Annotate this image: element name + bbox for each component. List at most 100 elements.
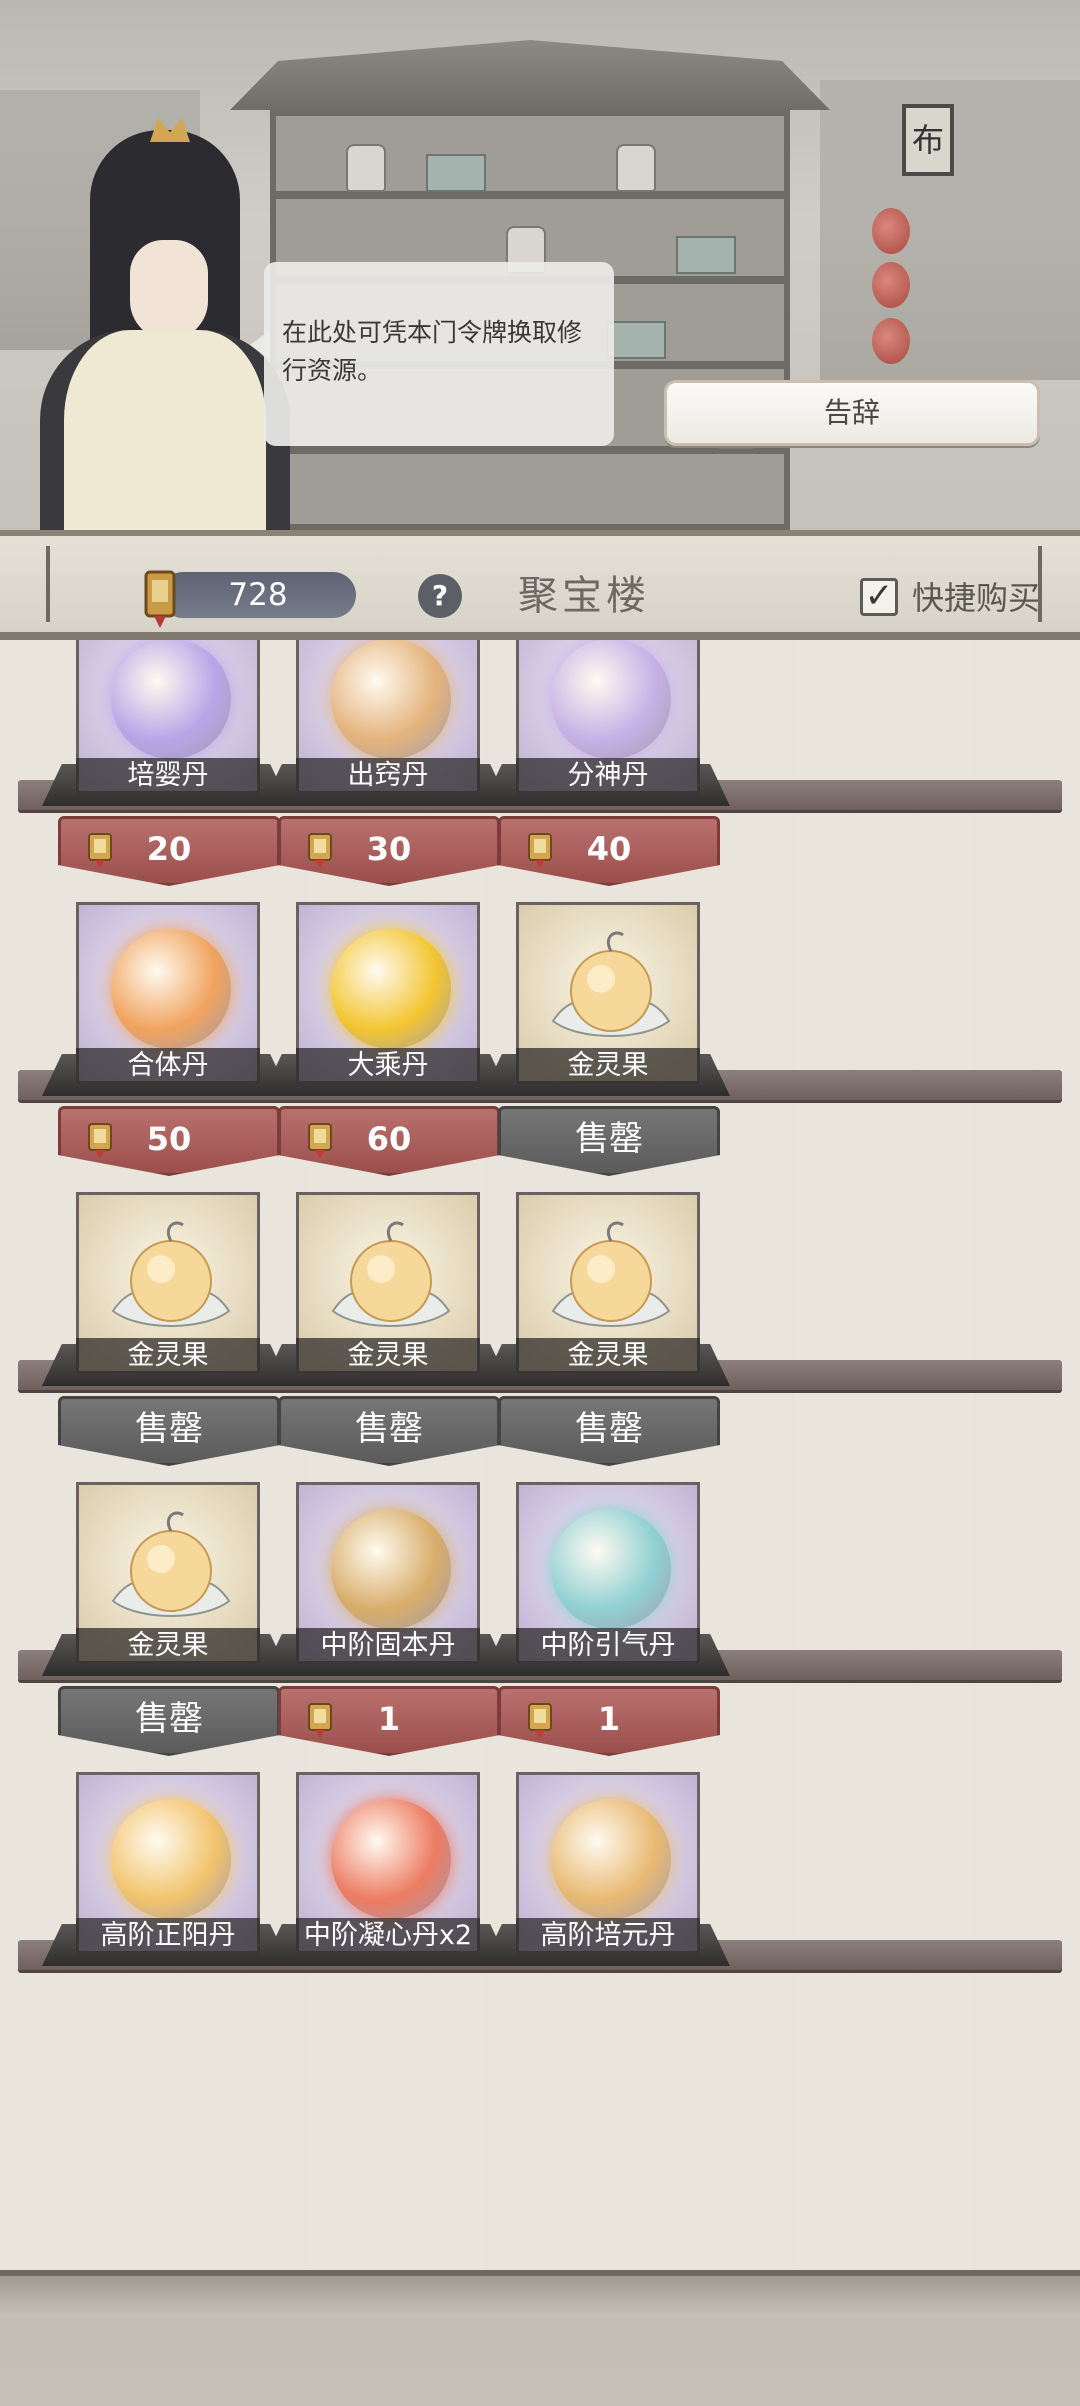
pill-orb-icon — [331, 640, 451, 759]
shop-item[interactable]: 培婴丹 20 — [42, 640, 290, 886]
shop-item[interactable]: 中阶固本丹 1 — [262, 1482, 510, 1756]
shelf-board — [276, 446, 784, 454]
soldout-label: 售罄 — [58, 1396, 280, 1466]
item-name: 金灵果 — [296, 1338, 480, 1374]
item-name: 高阶正阳丹 — [76, 1918, 260, 1954]
sect-token-icon — [305, 1699, 335, 1739]
shelf-box — [426, 154, 486, 192]
item-name: 金灵果 — [76, 1338, 260, 1374]
character-robe — [40, 330, 290, 540]
golden-spirit-fruit-icon — [111, 1511, 231, 1617]
shop-item[interactable]: 金灵果 售罄 — [262, 1192, 510, 1466]
golden-spirit-fruit-icon — [111, 1221, 231, 1327]
sect-token-icon — [525, 1699, 555, 1739]
price-value: 20 — [146, 830, 192, 868]
price-value: 50 — [146, 1120, 192, 1158]
shelf-board — [276, 191, 784, 199]
item-name: 中阶引气丹 — [516, 1628, 700, 1664]
sect-token-icon — [525, 829, 555, 869]
help-button[interactable]: ? — [418, 574, 462, 618]
item-name: 金灵果 — [76, 1628, 260, 1664]
buy-price-button[interactable]: 50 — [58, 1106, 280, 1176]
pill-orb-icon — [111, 929, 231, 1049]
speech-text: 在此处可凭本门令牌换取修行资源。 — [282, 318, 583, 385]
sect-token-icon — [305, 829, 335, 869]
shop-item[interactable]: 金灵果 售罄 — [482, 902, 730, 1176]
shop-item[interactable]: 高阶培元丹 — [482, 1772, 730, 2002]
pill-orb-icon — [331, 1509, 451, 1629]
sect-token-icon — [85, 1119, 115, 1159]
sect-token-icon — [305, 1119, 335, 1159]
price-value: 30 — [366, 830, 412, 868]
buy-price-button[interactable]: 1 — [278, 1686, 500, 1756]
shop-title: 聚宝楼 — [518, 573, 650, 619]
shopkeeper-speech-bubble: 在此处可凭本门令牌换取修行资源。 — [264, 262, 614, 446]
shop-item[interactable]: 高阶正阳丹 — [42, 1772, 290, 2002]
golden-spirit-fruit-icon — [551, 1221, 671, 1327]
buy-price-button[interactable]: 30 — [278, 816, 500, 886]
quickbuy-label: 快捷购买 — [912, 579, 1041, 617]
buy-price-button[interactable]: 20 — [58, 816, 280, 886]
soldout-label: 售罄 — [58, 1686, 280, 1756]
lantern — [872, 318, 910, 364]
item-name: 高阶培元丹 — [516, 1918, 700, 1954]
soldout-label: 售罄 — [498, 1106, 720, 1176]
buy-price-button[interactable]: 40 — [498, 816, 720, 886]
shop-item[interactable]: 金灵果 售罄 — [42, 1482, 290, 1756]
shop-item[interactable]: 出窍丹 30 — [262, 640, 510, 886]
sect-token-icon — [85, 829, 115, 869]
soldout-label: 售罄 — [498, 1396, 720, 1466]
buy-price-button[interactable]: 1 — [498, 1686, 720, 1756]
lantern — [872, 208, 910, 254]
pill-orb-icon — [551, 640, 671, 759]
header-frame: 728 ? 聚宝楼 ✓ 快捷购买 — [46, 546, 1042, 628]
price-value: 60 — [366, 1120, 412, 1158]
shopkeeper-character — [30, 118, 290, 540]
shelf-jar — [616, 144, 656, 192]
shelf-box — [606, 321, 666, 359]
shop-item-grid: 培婴丹 20 出窍丹 30 分神丹 40 合体丹 50 大乘丹 60 金灵果 售罄 金灵果 售罄 金灵果 售罄… — [0, 640, 1080, 2270]
sect-token-count: 728 — [160, 572, 356, 618]
shop-item[interactable]: 分神丹 40 — [482, 640, 730, 886]
item-name: 大乘丹 — [296, 1048, 480, 1084]
pill-orb-icon — [551, 1799, 671, 1919]
bottom-frame — [0, 2270, 1080, 2406]
soldout-label: 售罄 — [278, 1396, 500, 1466]
shop-item[interactable]: 中阶凝心丹x2 — [262, 1772, 510, 2002]
pill-orb-icon — [331, 929, 451, 1049]
shop-item[interactable]: 大乘丹 60 — [262, 902, 510, 1176]
pill-orb-icon — [111, 640, 231, 759]
pill-orb-icon — [331, 1799, 451, 1919]
shop-item[interactable]: 金灵果 售罄 — [42, 1192, 290, 1466]
shop-scene-background: 布 在此处可凭本门令牌换取修行资源。 告辞 — [0, 0, 1080, 540]
shelf-jar — [346, 144, 386, 192]
sect-token-icon — [144, 570, 176, 628]
shop-header-bar: 728 ? 聚宝楼 ✓ 快捷购买 — [0, 530, 1080, 640]
shop-sign: 布 — [902, 104, 954, 176]
shop-item[interactable]: 合体丹 50 — [42, 902, 290, 1176]
lantern — [872, 262, 910, 308]
shop-item[interactable]: 中阶引气丹 1 — [482, 1482, 730, 1756]
item-name: 出窍丹 — [296, 758, 480, 794]
pill-orb-icon — [551, 1509, 671, 1629]
quickbuy-checkbox[interactable]: ✓ — [860, 578, 898, 616]
buy-price-button[interactable]: 60 — [278, 1106, 500, 1176]
shelf-box — [676, 236, 736, 274]
price-value: 1 — [377, 1700, 401, 1738]
price-value: 1 — [597, 1700, 621, 1738]
item-name: 培婴丹 — [76, 758, 260, 794]
price-value: 40 — [586, 830, 632, 868]
item-name: 合体丹 — [76, 1048, 260, 1084]
item-name: 金灵果 — [516, 1338, 700, 1374]
item-name: 金灵果 — [516, 1048, 700, 1084]
item-name: 中阶固本丹 — [296, 1628, 480, 1664]
item-name: 中阶凝心丹x2 — [296, 1918, 480, 1954]
golden-spirit-fruit-icon — [331, 1221, 451, 1327]
golden-spirit-fruit-icon — [551, 931, 671, 1037]
shop-roof — [230, 40, 830, 110]
character-face — [130, 240, 208, 340]
farewell-button[interactable]: 告辞 — [664, 380, 1040, 446]
item-name: 分神丹 — [516, 758, 700, 794]
shop-item[interactable]: 金灵果 售罄 — [482, 1192, 730, 1466]
pill-orb-icon — [111, 1799, 231, 1919]
